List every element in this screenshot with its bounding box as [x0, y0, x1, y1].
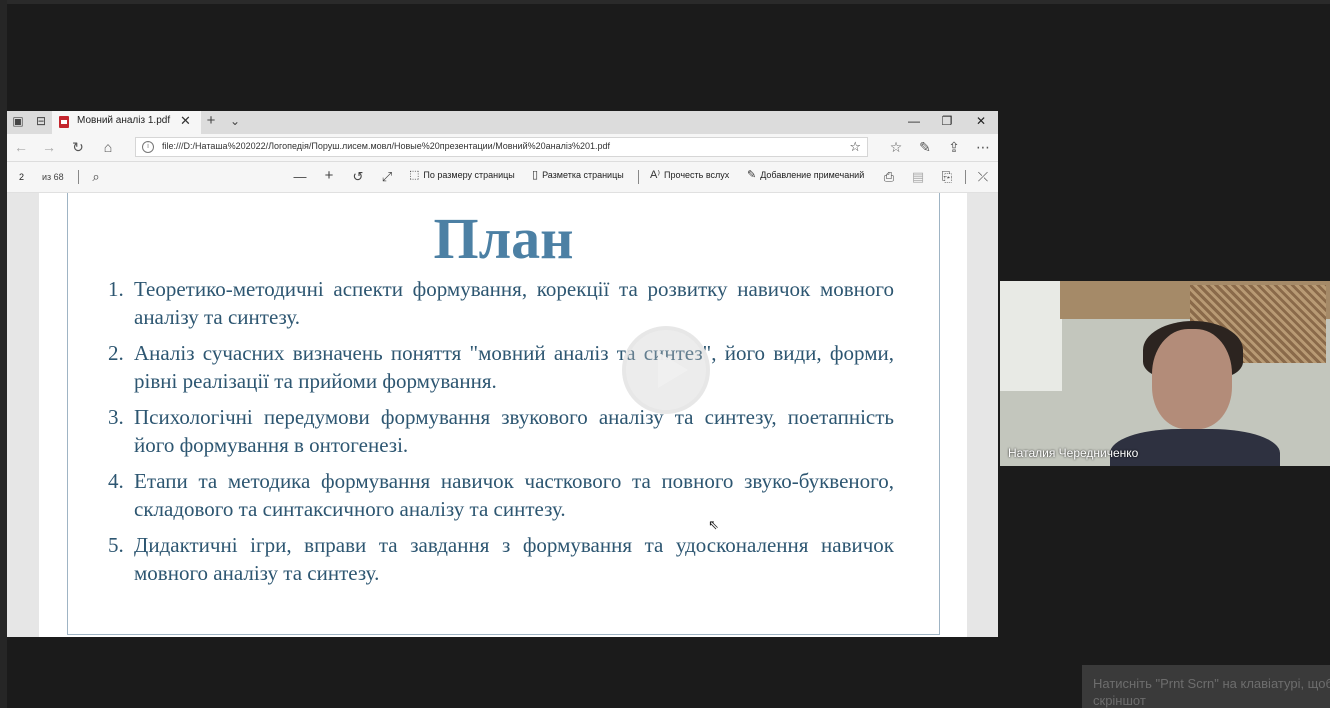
favorite-star-icon[interactable]: ☆ [849, 139, 861, 155]
fullscreen-icon[interactable]: ⤢ [379, 169, 395, 185]
notification-text: Натисніть "Prnt Scrn" на клавіатурі, щоб… [1093, 676, 1330, 708]
tab-actions-icon[interactable]: ▣ [10, 114, 26, 128]
search-icon[interactable]: ⌕ [88, 169, 104, 185]
tab-pdf[interactable]: Мовний аналіз 1.pdf ✕ [52, 111, 201, 134]
favorites-icon[interactable]: ☆ [887, 139, 905, 156]
left-edge [0, 0, 7, 708]
plan-item-text: Теоретико-методичні аспекти формування, … [134, 277, 894, 329]
page-layout-icon: ▯ [532, 169, 539, 181]
home-icon[interactable]: ⌂ [99, 139, 117, 155]
tabs-aside-icon[interactable]: ⊟ [33, 114, 49, 128]
pdf-toolbar: 2 из 68 ⌕ — + ↺ ⤢ ⬚ По размеру страницы ▯… [7, 162, 998, 193]
slide-title: План [433, 206, 574, 271]
close-tab-icon[interactable]: ✕ [180, 113, 191, 129]
divider [638, 170, 639, 184]
refresh-icon[interactable]: ↻ [69, 139, 87, 156]
pdf-page: План 1. Теоретико-методичні аспекти форм… [39, 193, 967, 637]
fit-page-label: По размеру страницы [423, 170, 515, 180]
read-aloud-button[interactable]: A⁾ Прочесть вслух [650, 168, 729, 186]
pen-icon[interactable]: ✎ [916, 139, 934, 156]
divider [965, 170, 966, 184]
plan-item-number: 2. [108, 341, 124, 365]
restore-icon[interactable]: ❐ [939, 114, 955, 128]
plan-item: 3. Психологічні передумови формування зв… [108, 403, 894, 459]
add-notes-label: Добавление примечаний [760, 170, 865, 180]
zoom-in-icon[interactable]: + [321, 167, 337, 184]
navigation-bar: ← → ↻ ⌂ i file:///D:/Наташа%202022/Логоп… [7, 134, 998, 162]
plan-item: 5. Дидактичні ігри, вправи та завдання з… [108, 531, 894, 587]
tab-title: Мовний аналіз 1.pdf [77, 115, 171, 126]
fit-page-icon: ⬚ [409, 169, 420, 181]
pen-icon: ✎ [747, 169, 757, 181]
close-window-icon[interactable]: ✕ [973, 114, 989, 128]
mouse-cursor-icon: ⇖ [708, 517, 719, 532]
minimize-icon[interactable]: — [906, 114, 922, 128]
address-bar[interactable]: i file:///D:/Наташа%202022/Логопедія/Пор… [135, 137, 868, 157]
page-layout-button[interactable]: ▯ Разметка страницы [532, 168, 624, 186]
page-number-input[interactable]: 2 [19, 172, 24, 182]
save-icon[interactable]: ▤ [910, 169, 926, 185]
back-icon[interactable]: ← [12, 139, 30, 155]
tab-list-chevron-icon[interactable]: ⌄ [227, 114, 243, 128]
plan-item: 4. Етапи та методика формування навичок … [108, 467, 894, 523]
plan-item-number: 3. [108, 405, 124, 429]
plan-item: 1. Теоретико-методичні аспекти формуванн… [108, 275, 894, 331]
screenshot-notification[interactable]: Натисніть "Prnt Scrn" на клавіатурі, щоб… [1082, 665, 1330, 708]
plan-item-number: 5. [108, 533, 124, 557]
add-notes-button[interactable]: ✎ Добавление примечаний [747, 168, 864, 186]
share-icon[interactable]: ⇪ [945, 139, 963, 156]
slide: План 1. Теоретико-методичні аспекти форм… [67, 193, 940, 635]
participant-video-tile[interactable]: Наталия Чередниченко [1000, 281, 1330, 466]
play-icon[interactable] [622, 326, 710, 414]
address-url: file:///D:/Наташа%202022/Логопедія/Поруш… [162, 141, 611, 151]
video-window [1000, 281, 1062, 391]
plan-item-text: Психологічні передумови формування звуко… [134, 405, 894, 457]
shared-browser-window: ▣ ⊟ Мовний аналіз 1.pdf ✕ + ⌄ — ❐ ✕ ← → … [7, 111, 998, 637]
page-count: из 68 [42, 172, 64, 182]
rotate-icon[interactable]: ↺ [350, 169, 366, 185]
zoom-out-icon[interactable]: — [292, 169, 308, 184]
read-aloud-icon: A⁾ [650, 169, 661, 181]
divider [78, 170, 79, 184]
read-aloud-label: Прочесть вслух [664, 170, 730, 180]
plan-item-number: 4. [108, 469, 124, 493]
plan-item: 2. Аналіз сучасних визначень поняття "мо… [108, 339, 894, 395]
participant-face [1152, 329, 1232, 429]
plan-item-number: 1. [108, 277, 124, 301]
forward-icon[interactable]: → [40, 139, 58, 155]
pin-toolbar-icon[interactable]: ⤫ [975, 169, 991, 185]
tab-bar: ▣ ⊟ Мовний аналіз 1.pdf ✕ + ⌄ — ❐ ✕ [7, 111, 998, 134]
pdf-document-area[interactable]: План 1. Теоретико-методичні аспекти форм… [7, 193, 998, 637]
pdf-file-icon [59, 116, 69, 128]
page-layout-label: Разметка страницы [542, 170, 624, 180]
fit-page-button[interactable]: ⬚ По размеру страницы [409, 168, 515, 186]
participant-name: Наталия Чередниченко [1008, 446, 1139, 460]
new-tab-icon[interactable]: + [203, 112, 219, 129]
plan-item-text: Дидактичні ігри, вправи та завдання з фо… [134, 533, 894, 585]
more-icon[interactable]: ⋯ [974, 139, 992, 156]
save-as-icon[interactable]: ⎘ [939, 169, 955, 185]
plan-item-text: Аналіз сучасних визначень поняття "мовни… [134, 341, 894, 393]
print-icon[interactable]: ⎙ [881, 169, 897, 185]
top-edge [0, 0, 1330, 4]
plan-item-text: Етапи та методика формування навичок час… [134, 469, 894, 521]
info-icon[interactable]: i [142, 141, 154, 153]
